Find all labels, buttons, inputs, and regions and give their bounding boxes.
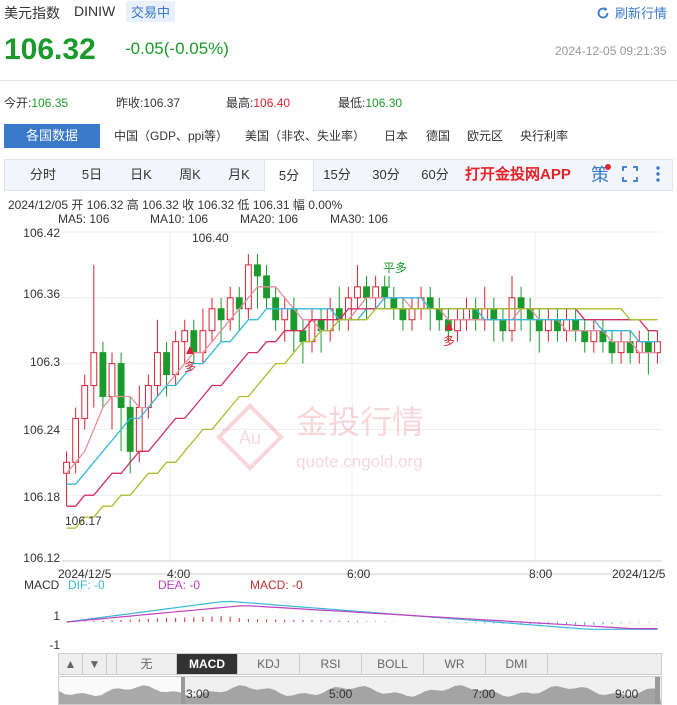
scroll-up-button[interactable]: ▲ [59, 654, 83, 674]
candle-body [617, 341, 625, 354]
x-tick: 6:00 [347, 567, 371, 581]
candle-body [381, 286, 389, 299]
macd-dif: DIF: -0 [68, 578, 105, 592]
candle-body [499, 319, 507, 332]
x-tick: 8:00 [529, 567, 553, 581]
macd-title: MACD [24, 578, 60, 592]
candle-body [181, 330, 189, 343]
dea-line [66, 605, 658, 630]
candle-body [399, 308, 407, 321]
candle-body [81, 385, 89, 419]
candle-body [363, 286, 370, 299]
candle-body [372, 286, 380, 299]
candle-body [72, 417, 80, 463]
candle-body [254, 264, 261, 277]
close-long-marker: 平多 [383, 261, 407, 275]
navigator-handle-left [181, 677, 185, 704]
watermark-url: quote.cngold.org [296, 452, 423, 471]
navigator-label: 7:00 [472, 687, 496, 701]
candle-body [163, 352, 170, 376]
candle-body [99, 352, 107, 397]
candle-body [299, 330, 307, 343]
indicator-macd[interactable]: MACD [177, 654, 238, 674]
navigator-handle-right [655, 677, 660, 704]
candle-body [544, 319, 552, 332]
candle-body [281, 308, 289, 321]
indicator-none[interactable]: 无 [116, 654, 177, 674]
indicator-kdj[interactable]: KDJ [238, 654, 300, 674]
macd-y-tick: -1 [49, 638, 60, 652]
navigator-label: 5:00 [329, 687, 353, 701]
candle-body [117, 363, 125, 408]
candle-body [154, 352, 161, 387]
watermark-logo: Au [239, 428, 261, 448]
candle-body [535, 319, 543, 332]
candle-body [463, 308, 470, 321]
navigator-label: 3:00 [186, 687, 210, 701]
candle-body [572, 319, 580, 332]
candle-body [90, 352, 98, 387]
candle-body [408, 308, 416, 321]
long-marker: 多 [443, 334, 455, 348]
candle-body [354, 286, 361, 299]
indicator-dmi[interactable]: DMI [486, 654, 548, 674]
macd-value: MACD: -0 [250, 578, 303, 592]
high-annotation: 106.40 [192, 231, 229, 245]
candle-body [654, 341, 661, 354]
macd-dea: DEA: -0 [158, 578, 201, 592]
indicator-wr[interactable]: WR [424, 654, 486, 674]
candle-body [108, 363, 116, 398]
candle-body [208, 308, 216, 332]
low-annotation: 106.17 [65, 514, 102, 528]
candlestick-chart[interactable]: Au 金投行情 quote.cngold.org 106.40 106.17 平多多… [0, 0, 677, 705]
candle-body [244, 264, 252, 310]
candle-body [135, 406, 143, 452]
candle-body [508, 297, 516, 332]
x-tick: 2024/12/5 [612, 567, 666, 581]
candle-body [581, 330, 589, 343]
candle-body [390, 297, 398, 310]
indicator-rsi[interactable]: RSI [300, 654, 362, 674]
long-marker: 多 [184, 360, 196, 374]
navigator-sparkline [59, 677, 661, 704]
macd-y-tick: 1 [53, 609, 60, 623]
candle-body [217, 308, 225, 321]
candle-body [490, 308, 498, 321]
candle-body [172, 341, 180, 376]
candle-body [454, 319, 461, 332]
candle-body [608, 341, 616, 354]
candle-body [190, 330, 198, 354]
candle-body [126, 406, 134, 452]
candle-body [590, 330, 598, 343]
indicator-boll[interactable]: BOLL [362, 654, 424, 674]
scroll-down-button[interactable]: ▼ [83, 654, 107, 674]
watermark-brand: 金投行情 [296, 403, 424, 441]
candle-body [644, 341, 652, 354]
candle-body [517, 297, 525, 310]
navigator-label: 9:00 [615, 687, 639, 701]
